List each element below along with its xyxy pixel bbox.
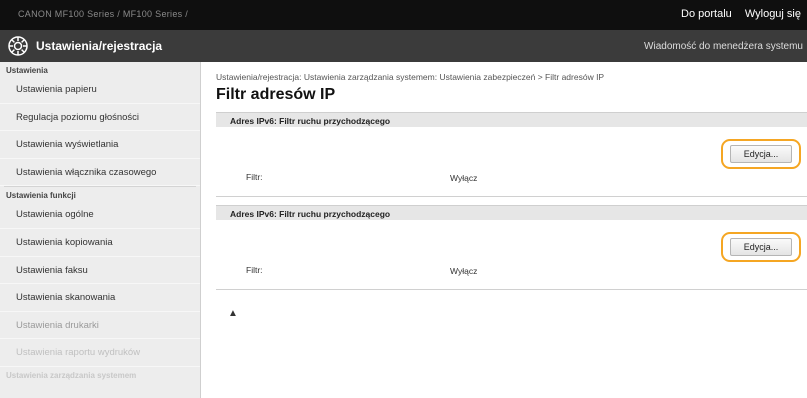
portal-link[interactable]: Do portalu <box>681 8 732 20</box>
ipv6-filter-section-1: Adres IPv6: Filtr ruchu przychodzącego E… <box>216 112 807 197</box>
device-name: CANON MF100 Series / MF100 Series / <box>18 9 189 19</box>
edit-button-label: Edycja... <box>730 145 792 163</box>
title-bar: Ustawienia/rejestracja Wiadomość do mene… <box>0 30 807 62</box>
top-links: Do portalu Wyloguj się <box>671 8 801 20</box>
sidebar: Ustawienia Ustawienia papieru Regulacja … <box>0 62 201 398</box>
filter-value: Wyłącz <box>450 266 478 276</box>
filter-label: Filtr: <box>246 172 263 182</box>
sidebar-item-printer[interactable]: Ustawienia drukarki <box>0 312 200 340</box>
edit-button[interactable]: Edycja... <box>721 139 801 169</box>
sidebar-item-copy[interactable]: Ustawienia kopiowania <box>0 229 200 257</box>
filter-label: Filtr: <box>246 265 263 275</box>
sidebar-item-volume[interactable]: Regulacja poziomu głośności <box>0 104 200 132</box>
breadcrumb: Ustawienia/rejestracja: Ustawienia zarzą… <box>216 72 605 82</box>
sidebar-item-fax[interactable]: Ustawienia faksu <box>0 257 200 285</box>
app-title: Ustawienia/rejestracja <box>36 39 163 53</box>
edit-button[interactable]: Edycja... <box>721 232 801 262</box>
sidebar-item-timer[interactable]: Ustawienia włącznika czasowego <box>0 159 200 187</box>
page-title: Filtr adresów IP <box>216 86 336 103</box>
logout-link[interactable]: Wyloguj się <box>745 8 801 20</box>
section-body: Edycja... Filtr: Wyłącz <box>216 127 807 197</box>
sidebar-group-title: Ustawienia zarządzania systemem <box>6 370 137 380</box>
sidebar-item-general[interactable]: Ustawienia ogólne <box>0 201 200 229</box>
ipv6-filter-section-2: Adres IPv6: Filtr ruchu przychodzącego E… <box>216 205 807 290</box>
section-body: Edycja... Filtr: Wyłącz <box>216 220 807 290</box>
sidebar-item-print-report[interactable]: Ustawienia raportu wydruków <box>0 339 200 367</box>
main-content: Ustawienia/rejestracja: Ustawienia zarzą… <box>216 62 807 398</box>
filter-value: Wyłącz <box>450 173 478 183</box>
sidebar-item-scan[interactable]: Ustawienia skanowania <box>0 284 200 312</box>
sidebar-item-paper[interactable]: Ustawienia papieru <box>0 76 200 104</box>
sidebar-group-title: Ustawienia funkcji <box>6 191 76 201</box>
sidebar-item-display[interactable]: Ustawienia wyświetlania <box>0 131 200 159</box>
section-heading: Adres IPv6: Filtr ruchu przychodzącego <box>216 205 807 220</box>
top-bar: CANON MF100 Series / MF100 Series / Do p… <box>0 0 807 30</box>
admin-message-link[interactable]: Wiadomość do menedżera systemu <box>644 41 803 52</box>
back-to-top-icon[interactable]: ▲ <box>228 308 238 319</box>
settings-gear-icon <box>8 36 28 56</box>
sidebar-group-title: Ustawienia <box>6 66 48 75</box>
edit-button-label: Edycja... <box>730 238 792 256</box>
section-heading: Adres IPv6: Filtr ruchu przychodzącego <box>216 112 807 127</box>
